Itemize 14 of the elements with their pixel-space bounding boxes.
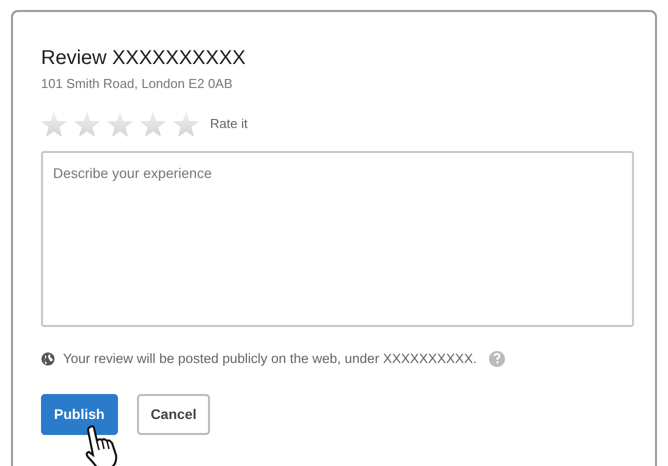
rate-label: Rate it (210, 115, 248, 134)
star-icon[interactable] (41, 112, 67, 136)
star-icon[interactable] (173, 112, 199, 136)
star-icon[interactable] (74, 112, 100, 136)
help-icon[interactable] (488, 350, 505, 367)
globe-icon (41, 352, 55, 366)
dialog-title: Review XXXXXXXXXX (41, 46, 247, 70)
star-rating[interactable]: Rate it (41, 112, 633, 136)
star-icon[interactable] (140, 112, 166, 136)
star-icon[interactable] (107, 112, 133, 136)
cancel-button[interactable]: Cancel (136, 394, 210, 435)
notice-text: Your review will be posted publicly on the web, under XXXXXXXXXX. (63, 350, 477, 368)
review-field[interactable]: Describe your experience (41, 150, 634, 326)
address-text: 101 Smith Road, London E2 0AB (41, 75, 234, 93)
